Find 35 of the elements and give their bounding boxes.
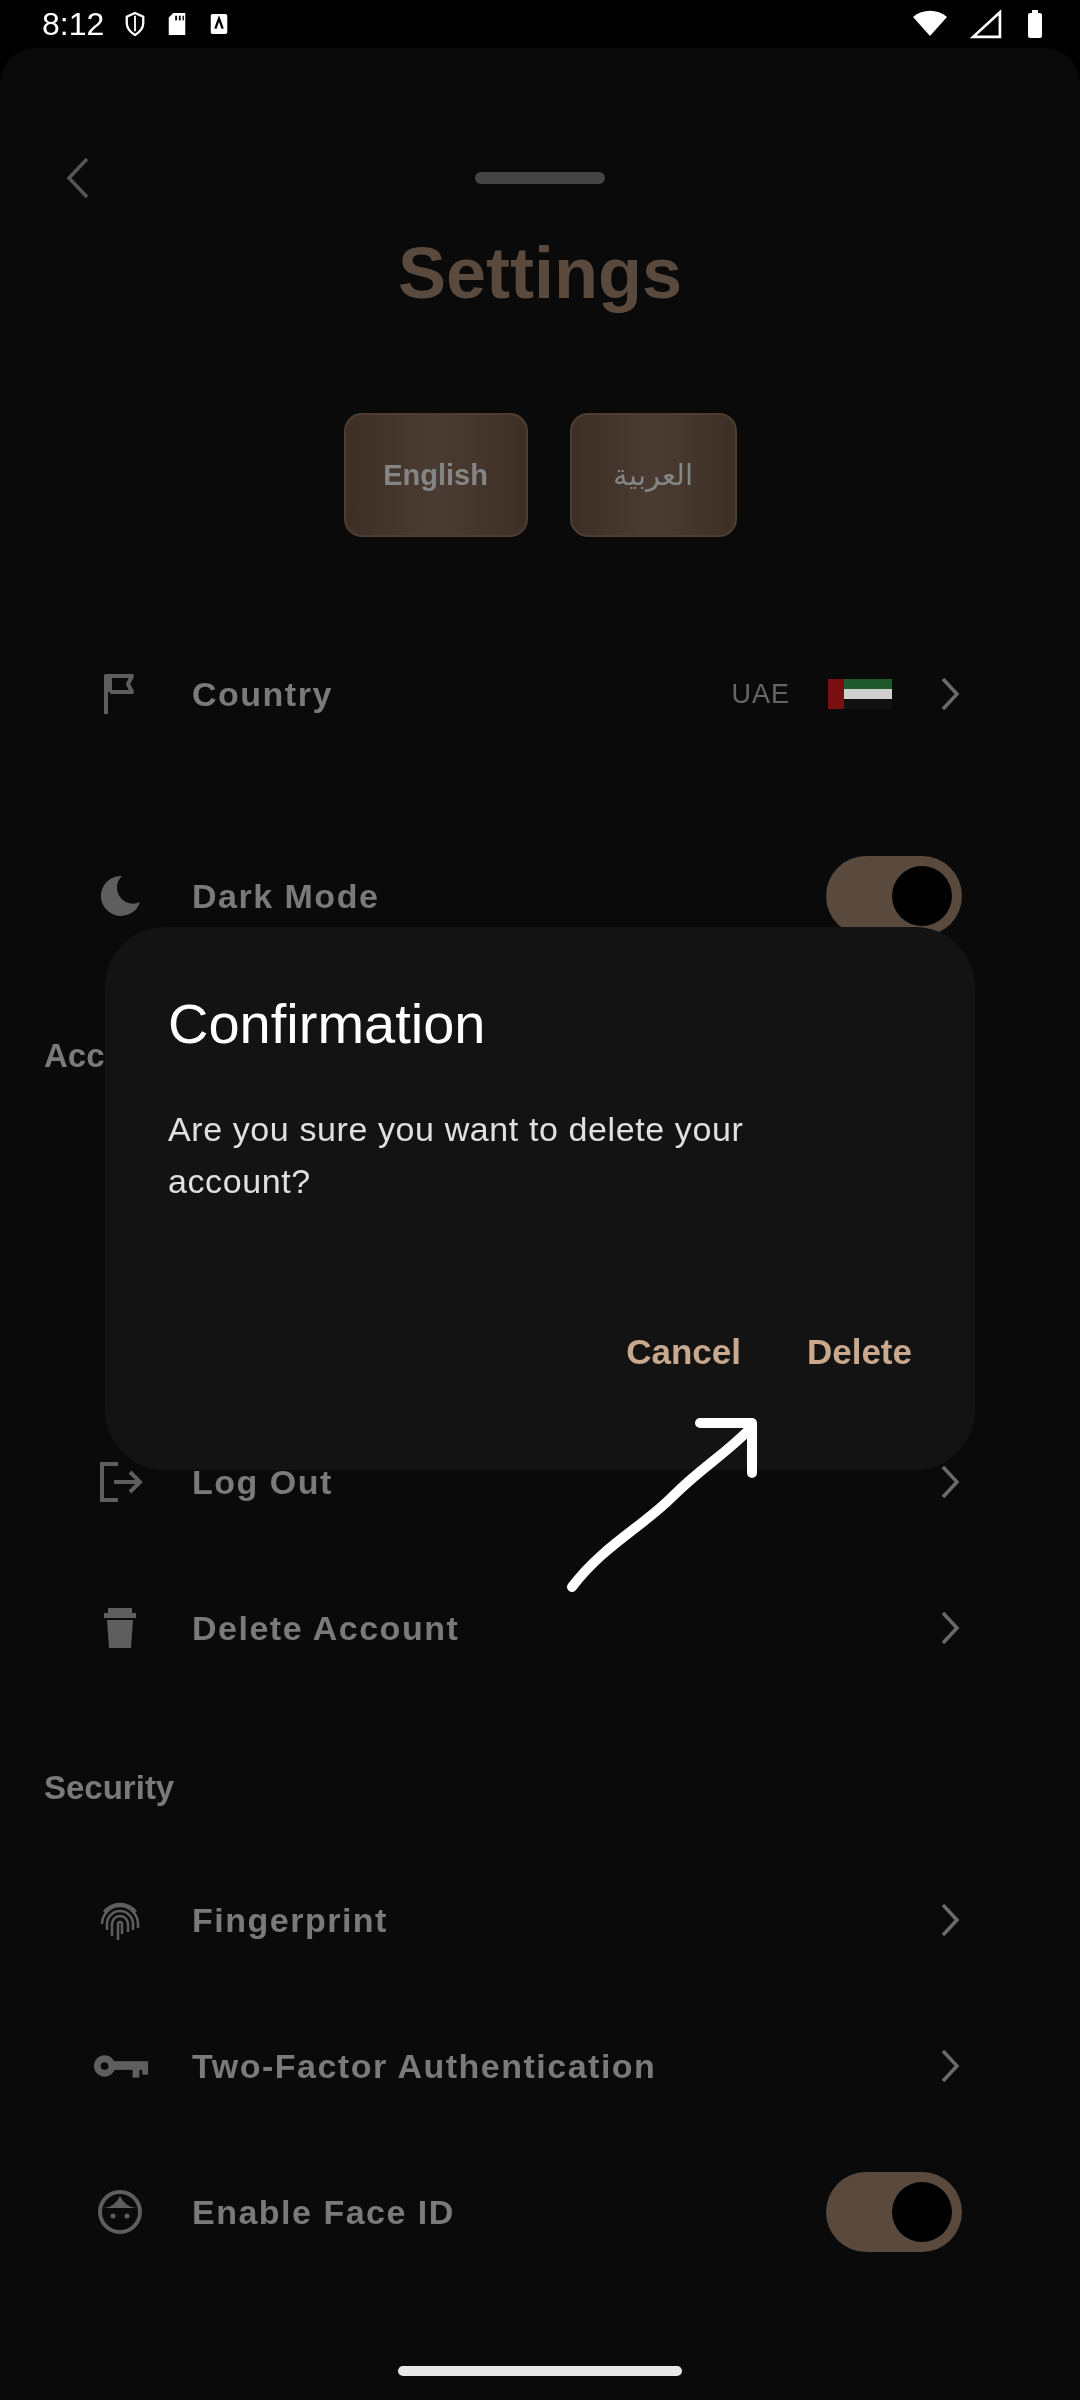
row-label: Fingerprint xyxy=(192,1900,389,1940)
language-button[interactable]: العربية xyxy=(569,413,737,537)
chevron-right-icon xyxy=(940,2048,960,2084)
dialog-title: Confirmation xyxy=(168,991,487,1057)
drag-handle[interactable] xyxy=(475,172,605,184)
dialog-action-button[interactable]: Cancel xyxy=(606,1318,761,1386)
row-label: Delete Account xyxy=(192,1608,461,1648)
section-heading: Security xyxy=(43,1768,175,1808)
row-value: UAE xyxy=(731,678,790,710)
page-title: Settings xyxy=(397,232,683,315)
section-heading: Acc xyxy=(43,1036,105,1076)
settings-row[interactable]: Fingerprint xyxy=(0,1847,1080,1993)
chevron-right-icon xyxy=(940,1902,960,1938)
row-label: Enable Face ID xyxy=(192,2192,456,2232)
row-label: Two-Factor Authentication xyxy=(192,2046,658,2086)
settings-row[interactable]: Two-Factor Authentication xyxy=(0,1993,1080,2139)
shield-icon xyxy=(124,9,147,39)
status-time: 8:12 xyxy=(42,5,105,43)
settings-row[interactable]: Log Out xyxy=(0,1409,1080,1555)
row-label: Dark Mode xyxy=(192,876,381,916)
settings-row[interactable]: Enable Face ID xyxy=(0,2139,1080,2285)
dialog-message: Are you sure you want to delete your account? xyxy=(168,1109,745,1202)
row-label: Country xyxy=(192,674,334,714)
chevron-right-icon xyxy=(940,1464,960,1500)
face-icon xyxy=(96,2188,144,2236)
flag-image-icon xyxy=(828,679,892,709)
language-button[interactable]: English xyxy=(343,413,528,537)
settings-row[interactable]: Country UAE xyxy=(0,621,1080,767)
settings-row[interactable]: Delete Account xyxy=(0,1555,1080,1701)
row-label: Log Out xyxy=(192,1462,334,1502)
back-icon xyxy=(66,156,90,200)
dialog-action-button[interactable]: Delete xyxy=(786,1318,932,1386)
chevron-right-icon xyxy=(940,1610,960,1646)
signal-icon xyxy=(968,9,1004,39)
chevron-right-icon xyxy=(940,676,960,712)
